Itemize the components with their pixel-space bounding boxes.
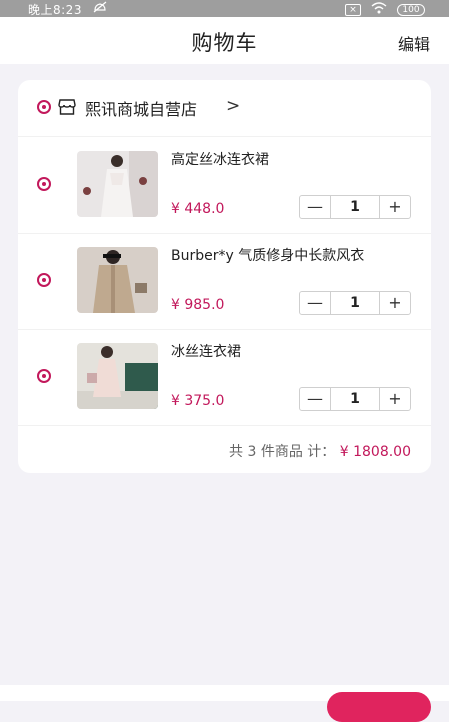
store-select-radio[interactable] xyxy=(37,100,51,114)
item-select-radio[interactable] xyxy=(37,369,51,383)
cart-item: 高定丝冰连衣裙 ¥ 448.0 — 1 + xyxy=(18,137,431,234)
quantity-value[interactable]: 1 xyxy=(330,388,380,410)
wifi-icon xyxy=(371,2,387,17)
page-title: 购物车 xyxy=(191,31,258,55)
product-name: 高定丝冰连衣裙 xyxy=(171,152,269,168)
decrease-button[interactable]: — xyxy=(300,196,330,218)
header: 购物车 编辑 xyxy=(0,17,449,64)
decrease-button[interactable]: — xyxy=(300,292,330,314)
cart-item: Burber*y 气质修身中长款风衣 ¥ 985.0 — 1 + xyxy=(18,233,431,330)
product-price: ¥ 375.0 xyxy=(171,393,225,409)
mute-icon xyxy=(92,1,108,16)
cart-item: 冰丝连衣裙 ¥ 375.0 — 1 + xyxy=(18,329,431,426)
product-price: ¥ 985.0 xyxy=(171,297,225,313)
product-image[interactable] xyxy=(77,343,158,409)
status-bar: 晚上8:23 × 100 xyxy=(0,0,449,17)
sim-icon: × xyxy=(345,3,361,16)
quantity-value[interactable]: 1 xyxy=(330,292,380,314)
quantity-stepper: — 1 + xyxy=(299,387,411,411)
battery-icon: 100 xyxy=(397,3,425,16)
product-price: ¥ 448.0 xyxy=(171,201,225,217)
summary-count: 共 3 件商品 计： xyxy=(229,444,336,460)
product-name: 冰丝连衣裙 xyxy=(171,344,241,360)
cart-summary: 共 3 件商品 计： ¥ 1808.00 xyxy=(229,441,411,461)
store-row[interactable]: 熙讯商城自营店 > xyxy=(18,80,431,137)
quantity-stepper: — 1 + xyxy=(299,195,411,219)
increase-button[interactable]: + xyxy=(380,292,410,314)
item-select-radio[interactable] xyxy=(37,177,51,191)
increase-button[interactable]: + xyxy=(380,196,410,218)
summary-total: ¥ 1808.00 xyxy=(339,444,411,460)
product-image[interactable] xyxy=(77,151,158,217)
checkout-button[interactable] xyxy=(327,692,431,722)
cart-card: 熙讯商城自营店 > 高定丝冰连衣裙 ¥ 448.0 — 1 + Burber*y… xyxy=(18,80,431,473)
increase-button[interactable]: + xyxy=(380,388,410,410)
decrease-button[interactable]: — xyxy=(300,388,330,410)
quantity-value[interactable]: 1 xyxy=(330,196,380,218)
status-time: 晚上8:23 xyxy=(28,3,82,17)
store-name: 熙讯商城自营店 xyxy=(85,100,198,119)
item-select-radio[interactable] xyxy=(37,273,51,287)
chevron-right-icon[interactable]: > xyxy=(226,96,240,116)
edit-button[interactable]: 编辑 xyxy=(398,31,430,55)
quantity-stepper: — 1 + xyxy=(299,291,411,315)
store-icon xyxy=(58,99,76,119)
product-image[interactable] xyxy=(77,247,158,313)
product-name: Burber*y 气质修身中长款风衣 xyxy=(171,248,365,264)
